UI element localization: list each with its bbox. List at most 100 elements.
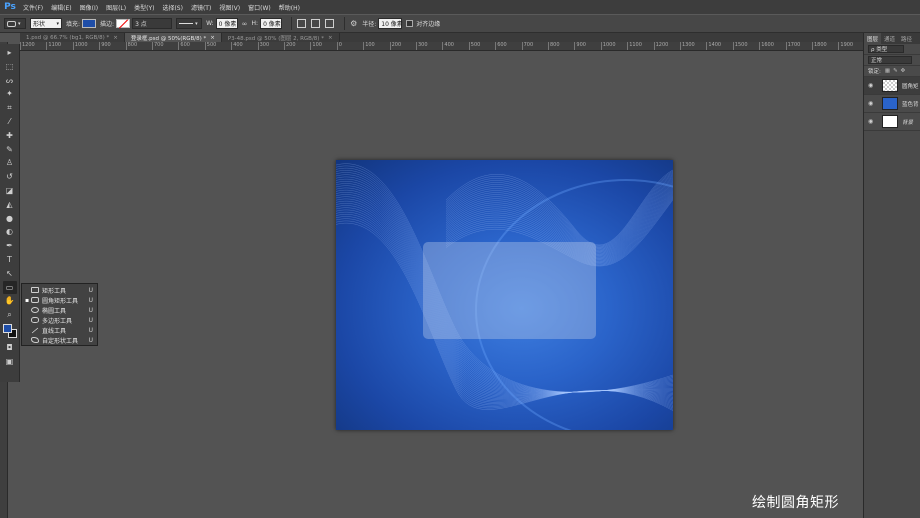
layers-panel: 图层 通道 路径 ρ 类型 正常 锁定: ▦ ✎ ✥ ◉ 圆角矩 ◉ 蓝色背 ◉… — [863, 33, 920, 518]
stroke-type-select[interactable]: ▾ — [176, 18, 203, 29]
lock-brush-icon[interactable]: ✎ — [893, 68, 898, 74]
flyout-label: 自定形状工具 — [42, 337, 79, 345]
ruler-tick: 1100 — [627, 42, 642, 50]
layer-thumbnail — [882, 97, 898, 110]
ruler-tick: 500 — [204, 42, 216, 50]
lock-move-icon[interactable]: ✥ — [901, 68, 906, 74]
tab-label: 1.psd @ 66.7% (bg1, RGB/8) * — [26, 34, 110, 41]
dodge-tool-icon[interactable]: ◐ — [3, 225, 17, 238]
flyout-polygon-tool[interactable]: 多边形工具 U — [22, 315, 97, 325]
radius-input[interactable]: 10 像素 — [378, 18, 403, 29]
ruler-tick: 600 — [495, 42, 507, 50]
layer-kind-select[interactable]: ρ 类型 — [868, 45, 904, 53]
magic-wand-icon[interactable]: ✦ — [3, 87, 17, 100]
align-edges-checkbox[interactable] — [406, 20, 414, 27]
blend-mode-select[interactable]: 正常 — [868, 56, 912, 64]
width-input[interactable]: 0 像素 — [215, 18, 238, 29]
eyedropper-icon[interactable]: ⁄ — [3, 115, 17, 128]
stamp-tool-icon[interactable]: ♙ — [3, 156, 17, 169]
flyout-shortcut: U — [88, 286, 93, 294]
flyout-line-tool[interactable]: 直线工具 U — [22, 325, 97, 335]
flyout-ellipse-tool[interactable]: 椭圆工具 U — [22, 305, 97, 315]
crop-tool-icon[interactable]: ⌗ — [3, 101, 17, 114]
eye-icon[interactable]: ◉ — [868, 100, 876, 107]
close-icon[interactable]: × — [328, 35, 333, 41]
quick-mask-icon[interactable]: ◘ — [3, 341, 17, 354]
foreground-color[interactable] — [2, 323, 12, 333]
menu-file[interactable]: 文件(F) — [19, 3, 47, 12]
rounded-rectangle-shape[interactable] — [423, 242, 596, 339]
fill-color-swatch[interactable] — [82, 19, 97, 28]
menu-help[interactable]: 帮助(H) — [275, 3, 304, 12]
history-brush-icon[interactable]: ↺ — [3, 170, 17, 183]
ruler-tick: 600 — [178, 42, 190, 50]
document-canvas[interactable] — [336, 160, 673, 430]
tab-doc-2[interactable]: 登录框.psd @ 50%(RGB/8) * × — [124, 33, 222, 42]
menu-view[interactable]: 视图(V) — [215, 3, 244, 12]
layer-row[interactable]: ◉ 圆角矩 — [864, 77, 920, 95]
path-arrangement-icon[interactable] — [325, 19, 335, 28]
tab-doc-1[interactable]: 1.psd @ 66.7% (bg1, RGB/8) * × — [20, 33, 125, 42]
tab-layers[interactable]: 图层 — [864, 33, 882, 44]
ruler-tick: 400 — [231, 42, 243, 50]
selected-bullet-icon: ▪ — [25, 296, 30, 304]
pen-tool-icon[interactable]: ✒ — [3, 239, 17, 252]
ruler-tick: 500 — [468, 42, 480, 50]
eye-icon[interactable]: ◉ — [868, 82, 876, 89]
stroke-width-input[interactable]: 3 点 — [132, 18, 173, 29]
blur-tool-icon[interactable]: ● — [3, 212, 17, 225]
menu-layer[interactable]: 图层(L) — [102, 3, 130, 12]
ruler-tick: 700 — [152, 42, 164, 50]
tool-preset-picker[interactable]: ▾ — [4, 18, 26, 29]
flyout-rectangle-tool[interactable]: 矩形工具 U — [22, 285, 97, 295]
hand-tool-icon[interactable]: ✋ — [3, 294, 17, 307]
zoom-tool-icon[interactable]: ⌕ — [3, 308, 17, 321]
gear-icon[interactable]: ⚙ — [350, 19, 357, 28]
flyout-rounded-rectangle-tool[interactable]: ▪ 圆角矩形工具 U — [22, 295, 97, 305]
layer-thumbnail — [882, 115, 898, 128]
ruler-tick: 1200 — [653, 42, 668, 50]
move-tool-icon[interactable]: ▸ — [3, 46, 17, 59]
menu-select[interactable]: 选择(S) — [158, 3, 187, 12]
lock-pixels-icon[interactable]: ▦ — [885, 68, 890, 74]
ruler-tick: 300 — [416, 42, 428, 50]
shape-mode-select[interactable]: 形状 ▾ — [30, 18, 62, 29]
menu-type[interactable]: 类型(Y) — [130, 3, 158, 12]
close-icon[interactable]: × — [113, 35, 118, 41]
close-icon[interactable]: × — [210, 35, 215, 41]
layer-row[interactable]: ◉ 背景 — [864, 113, 920, 131]
flyout-custom-shape-tool[interactable]: 自定形状工具 U — [22, 335, 97, 345]
stroke-color-swatch[interactable] — [116, 19, 131, 28]
chevron-down-icon: ▾ — [18, 20, 21, 27]
horizontal-ruler[interactable]: 1200 1100 1000 900 800 700 600 500 400 300 200 100 0… — [20, 42, 863, 51]
ruler-tick: 1300 — [680, 42, 695, 50]
ruler-tick: 0 — [336, 42, 342, 50]
menu-edit[interactable]: 编辑(E) — [47, 3, 75, 12]
lasso-tool-icon[interactable]: ᔕ — [3, 74, 17, 87]
tab-channels[interactable]: 通道 — [881, 33, 898, 44]
stroke-label: 描边: — [100, 21, 115, 28]
menu-filter[interactable]: 滤镜(T) — [187, 3, 215, 12]
path-operations-icon[interactable] — [297, 19, 307, 28]
color-swatches[interactable] — [2, 323, 17, 338]
screen-mode-icon[interactable]: ▣ — [3, 355, 17, 368]
tab-doc-3[interactable]: P3-48.psd @ 50% (图层 2, RGB/8) * × — [222, 33, 340, 42]
menu-image[interactable]: 图像(I) — [76, 3, 102, 12]
type-tool-icon[interactable]: T — [3, 253, 17, 266]
path-alignment-icon[interactable] — [311, 19, 321, 28]
layer-row[interactable]: ◉ 蓝色背 — [864, 95, 920, 113]
link-icon[interactable]: ∞ — [242, 20, 248, 28]
healing-brush-icon[interactable]: ✚ — [3, 129, 17, 142]
eraser-icon[interactable]: ◪ — [3, 184, 17, 197]
paint-bucket-icon[interactable]: ◭ — [3, 198, 17, 211]
marquee-tool-icon[interactable]: ⬚ — [3, 60, 17, 73]
eye-icon[interactable]: ◉ — [868, 118, 876, 125]
ruler-tick: 700 — [521, 42, 533, 50]
options-bar: ▾ 形状 ▾ 填充: 描边: 3 点 ▾ W: 0 像素 ∞ H: 0 像素 ⚙ — [0, 14, 920, 33]
path-selection-icon[interactable]: ↖ — [3, 267, 17, 280]
tab-paths[interactable]: 路径 — [898, 33, 915, 44]
shape-tool-icon[interactable]: ▭ — [2, 280, 17, 294]
menu-window[interactable]: 窗口(W) — [244, 3, 275, 12]
height-input[interactable]: 0 像素 — [260, 18, 283, 29]
brush-tool-icon[interactable]: ✎ — [3, 143, 17, 156]
